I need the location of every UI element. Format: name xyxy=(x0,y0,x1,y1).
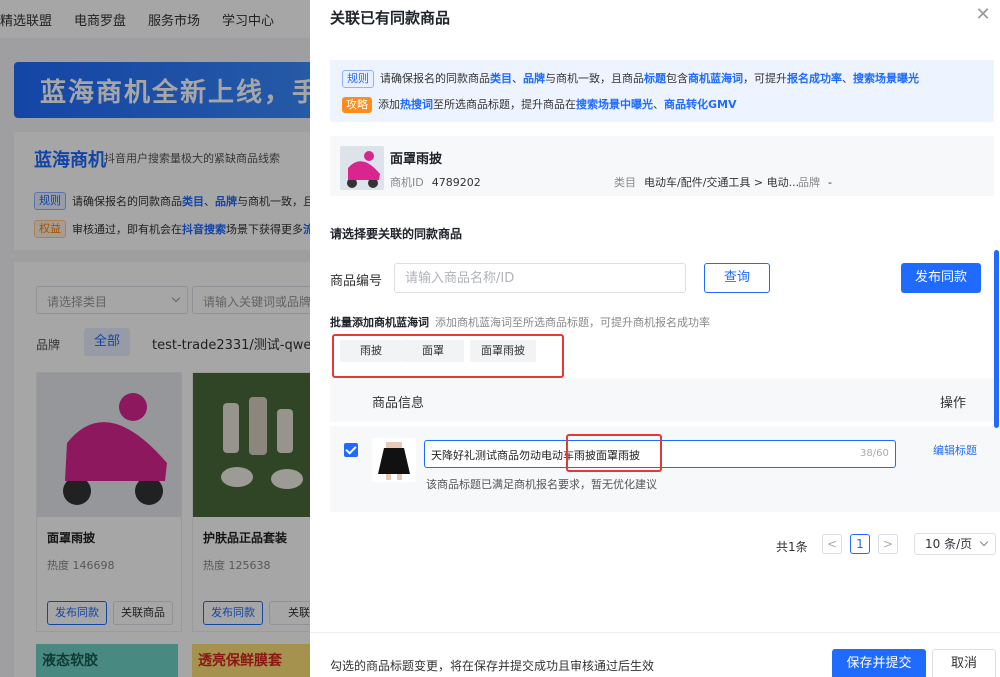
query-button[interactable]: 查询 xyxy=(704,263,770,293)
rule-tag: 规则 xyxy=(342,70,374,88)
close-icon[interactable]: ✕ xyxy=(974,6,992,24)
title-char-count: 38/60 xyxy=(860,448,889,459)
opportunity-thumbnail xyxy=(340,146,384,190)
title-keyword-highlight-box xyxy=(566,434,662,472)
column-product-info: 商品信息 xyxy=(372,396,425,411)
keyword-chip-mask-raincoat[interactable]: 面罩雨披 xyxy=(470,340,536,362)
notice-rule-row: 规则 请确保报名的同款商品类目、品牌与商机一致，且商品标题包含商机蓝海词，可提升… xyxy=(342,70,982,88)
page-size-select[interactable]: 10 条/页 xyxy=(914,533,996,555)
pager-total: 共1条 xyxy=(776,540,808,554)
keyword-chip-raincoat[interactable]: 雨披 xyxy=(340,340,402,362)
product-id-label: 商品编号 xyxy=(330,274,383,289)
table-header: 商品信息 操作 xyxy=(330,378,1000,422)
keyword-section-title: 批量添加商机蓝海词 添加商机蓝海词至所选商品标题，可提升商机报名成功率 xyxy=(330,316,710,329)
publish-same-button[interactable]: 发布同款 xyxy=(901,263,981,293)
pager-next-icon[interactable]: > xyxy=(878,534,898,554)
title-hint: 该商品标题已满足商机报名要求，暂无优化建议 xyxy=(426,478,657,491)
opportunity-id: 商机ID 4789202 xyxy=(390,176,481,189)
link-same-product-drawer: 关联已有同款商品 ✕ 规则 请确保报名的同款商品类目、品牌与商机一致，且商品标题… xyxy=(310,0,1000,677)
drawer-footer: 勾选的商品标题变更，将在保存并提交成功且审核通过后生效 保存并提交 取消 xyxy=(310,632,1000,677)
notice-box: 规则 请确保报名的同款商品类目、品牌与商机一致，且商品标题包含商机蓝海词，可提升… xyxy=(330,60,994,122)
row-checkbox[interactable] xyxy=(344,443,358,457)
opportunity-name: 面罩雨披 xyxy=(390,152,443,167)
keyword-chip-mask[interactable]: 面罩 xyxy=(402,340,464,362)
product-search-input[interactable] xyxy=(394,263,686,293)
opportunity-summary: 面罩雨披 商机ID 4789202 类目 电动车/配件/交通工具 > 电动... 品… xyxy=(330,136,994,196)
edit-title-link[interactable]: 编辑标题 xyxy=(933,442,977,458)
column-operation: 操作 xyxy=(940,396,967,411)
modal-overlay[interactable] xyxy=(0,0,310,677)
table-row: 天降好礼测试商品勿动电动车雨披面罩雨披 38/60 该商品标题已满足商机报名要求… xyxy=(330,426,1000,512)
pager-prev-icon[interactable]: < xyxy=(822,534,842,554)
section-title: 请选择要关联的同款商品 xyxy=(330,227,463,241)
tip-tag: 攻略 xyxy=(342,97,372,113)
opportunity-category: 类目 电动车/配件/交通工具 > 电动... xyxy=(614,176,800,189)
cancel-button[interactable]: 取消 xyxy=(932,649,996,677)
chevron-down-icon xyxy=(979,537,989,547)
save-submit-button[interactable]: 保存并提交 xyxy=(832,649,926,677)
raincoat-scooter-image xyxy=(347,151,380,188)
notice-tip-text: 添加热搜词至所选商品标题，提升商品在搜索场景中曝光、商品转化GMV xyxy=(378,98,737,111)
notice-tip-row: 攻略 添加热搜词至所选商品标题，提升商品在搜索场景中曝光、商品转化GMV xyxy=(342,97,982,113)
footer-note: 勾选的商品标题变更，将在保存并提交成功且审核通过后生效 xyxy=(330,659,655,673)
drawer-title: 关联已有同款商品 xyxy=(330,9,451,27)
product-thumbnail xyxy=(372,438,416,482)
pager-page-1[interactable]: 1 xyxy=(850,534,870,554)
black-skirt-image xyxy=(378,442,410,480)
drawer-scrollbar[interactable] xyxy=(994,250,999,428)
notice-rule-text: 请确保报名的同款商品类目、品牌与商机一致，且商品标题包含商机蓝海词，可提升报名成… xyxy=(380,72,919,85)
opportunity-brand: 品牌 - xyxy=(798,176,832,189)
